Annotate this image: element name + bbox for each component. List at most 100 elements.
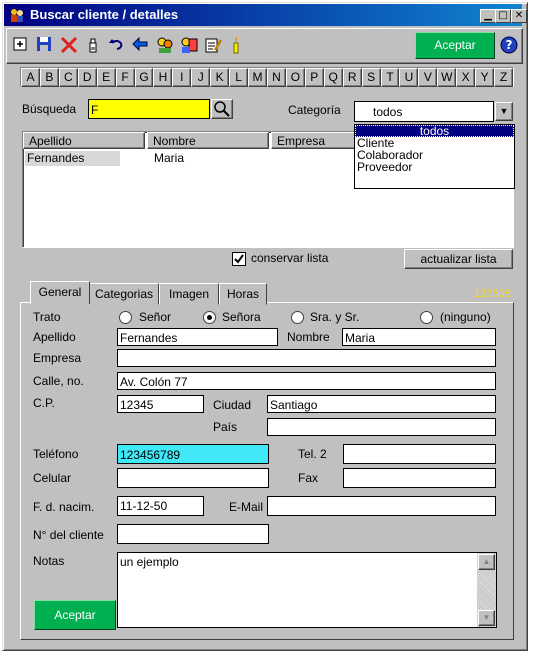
letter-p-button[interactable]: P [304,68,324,87]
letter-t-button[interactable]: T [380,68,400,87]
help-button[interactable]: ? [497,33,521,57]
notas-label: Notas [33,554,65,568]
search-label: Búsqueda [22,102,77,116]
tel2-field[interactable] [343,444,496,464]
letter-i-button[interactable]: I [172,68,192,87]
letter-r-button[interactable]: R [342,68,362,87]
tab-imagen[interactable]: Imagen [159,283,219,305]
letter-d-button[interactable]: D [77,68,97,87]
tab-horas[interactable]: Horas [219,283,267,305]
apellido-label: Apellido [33,330,76,344]
new-record-button[interactable] [9,33,33,57]
empresa-field[interactable] [117,349,496,367]
letter-v-button[interactable]: V [418,68,438,87]
cp-label: C.P. [33,396,55,410]
arrow-down-icon: ▼ [482,613,491,622]
find-person-button[interactable] [153,33,177,57]
search-button[interactable] [211,99,233,119]
candle-button[interactable] [225,33,249,57]
toolbar: Aceptar ? [6,28,523,64]
radio-sra-y-sr[interactable] [291,311,304,324]
keep-list-checkbox[interactable] [232,252,246,266]
ciudad-field[interactable]: Santiago [267,395,496,413]
radio-senora[interactable] [203,311,216,324]
radio-senor-label: Señor [139,310,172,324]
column-header-apellido[interactable]: Apellido [23,132,145,149]
title-bar: Buscar cliente / detalles ▁ □ ✕ [4,4,527,26]
dropdown-option-proveedor[interactable]: Proveedor [355,161,514,173]
fax-field[interactable] [343,468,496,488]
accept-bottom-button[interactable]: Aceptar [34,600,116,630]
edit-button[interactable] [201,33,225,57]
notepad-pencil-icon [205,38,222,53]
accept-toolbar-button[interactable]: Aceptar [415,32,495,59]
celular-field[interactable] [117,468,269,488]
contacts-button[interactable] [177,33,201,57]
delete-button[interactable] [57,33,81,57]
letter-g-button[interactable]: G [134,68,154,87]
cp-field[interactable]: 12345 [117,395,204,413]
letter-u-button[interactable]: U [399,68,419,87]
letter-c-button[interactable]: C [58,68,78,87]
scroll-up-button[interactable]: ▲ [478,554,495,570]
letter-b-button[interactable]: B [39,68,59,87]
nacim-field[interactable]: 11-12-50 [117,496,204,516]
row-apellido: Fernandes [25,151,120,166]
nacim-label: F. d. nacim. [33,500,95,514]
close-window-button[interactable]: ✕ [511,9,527,23]
letter-w-button[interactable]: W [437,68,457,87]
email-label: E-Mail [229,500,264,514]
people-app-icon [11,9,23,22]
new-icon [13,37,27,51]
notas-textarea[interactable]: un ejemplo [117,552,497,628]
minimize-button[interactable]: ▁ [480,9,496,23]
letter-k-button[interactable]: K [210,68,230,87]
trato-label: Trato [33,310,61,324]
celular-label: Celular [33,471,72,485]
letter-x-button[interactable]: X [456,68,476,87]
category-select[interactable]: todos [354,101,494,122]
telefono-field[interactable]: 123456789 [117,444,269,464]
letter-l-button[interactable]: L [229,68,249,87]
letter-s-button[interactable]: S [361,68,381,87]
letter-z-button[interactable]: Z [494,68,513,87]
hand-pointer-icon [89,38,97,53]
category-dropdown-button[interactable]: ▼ [495,102,513,121]
client-number-field[interactable] [117,524,269,544]
letter-o-button[interactable]: O [285,68,305,87]
letter-y-button[interactable]: Y [475,68,495,87]
letter-j-button[interactable]: J [191,68,211,87]
svg-text:?: ? [506,38,513,52]
refresh-list-button[interactable]: actualizar lista [404,249,513,269]
notas-scrollbar[interactable]: ▲ ▼ [477,553,496,627]
email-field[interactable] [267,496,496,516]
save-button[interactable] [33,33,57,57]
help-icon: ? [500,36,518,54]
candle-icon [233,36,239,54]
tab-general[interactable]: General [30,281,90,304]
checkmark-icon [234,254,244,264]
back-button[interactable] [129,33,153,57]
radio-senor[interactable] [119,311,132,324]
scroll-down-button[interactable]: ▼ [478,610,495,626]
pais-field[interactable] [267,418,496,436]
letter-f-button[interactable]: F [115,68,135,87]
calle-field[interactable]: Av. Colón 77 [117,372,496,390]
letter-m-button[interactable]: M [248,68,267,87]
apellido-field[interactable]: Fernandes [117,328,278,346]
magnifier-icon [214,101,230,117]
letter-h-button[interactable]: H [153,68,173,87]
search-input[interactable]: F [88,99,210,119]
maximize-button[interactable]: □ [495,9,511,23]
letter-n-button[interactable]: N [267,68,286,87]
print-button[interactable] [81,33,105,57]
undo-button[interactable] [105,33,129,57]
letter-a-button[interactable]: A [21,68,40,87]
letter-e-button[interactable]: E [96,68,116,87]
letter-q-button[interactable]: Q [323,68,343,87]
column-header-nombre[interactable]: Nombre [147,132,269,149]
nombre-field[interactable]: Maria [342,328,496,346]
tab-categorias[interactable]: Categorias [89,283,159,305]
radio-ninguno[interactable] [420,311,433,324]
record-number: 127508 [474,288,511,300]
